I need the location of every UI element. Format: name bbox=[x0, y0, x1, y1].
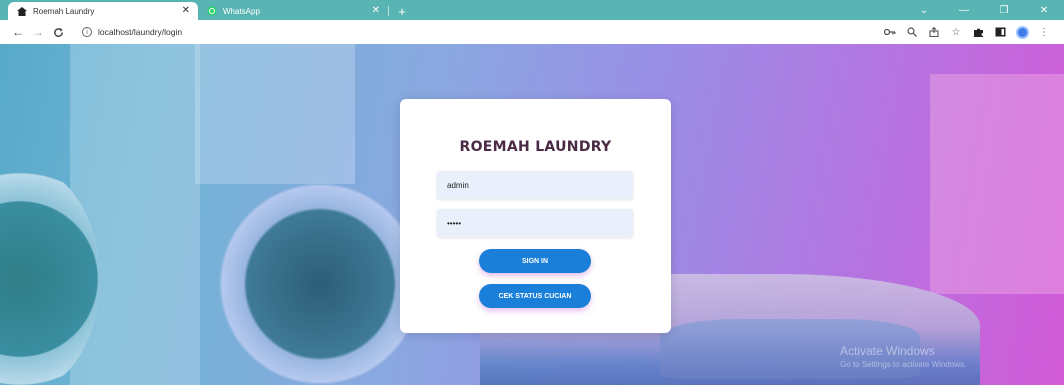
info-icon[interactable]: i bbox=[82, 27, 92, 37]
reload-icon[interactable] bbox=[48, 22, 68, 42]
tab-roemah-laundry[interactable]: Roemah Laundry ✕ bbox=[8, 2, 198, 20]
toolbar-icons: ☆ ⋮ bbox=[882, 24, 1052, 40]
watermark-subtitle: Go to Settings to activate Windows. bbox=[840, 360, 967, 369]
url-text: localhost/laundry/login bbox=[98, 27, 183, 37]
minimize-button[interactable]: — bbox=[944, 0, 984, 20]
watermark-title: Activate Windows bbox=[840, 344, 935, 358]
close-tab-icon[interactable]: ✕ bbox=[182, 6, 190, 16]
login-page-background: ROEMAH LAUNDRY SIGN IN CEK STATUS CUCIAN… bbox=[0, 44, 1064, 385]
close-tab-icon[interactable]: ✕ bbox=[372, 6, 380, 16]
close-window-button[interactable]: ✕ bbox=[1024, 0, 1064, 20]
sign-in-button[interactable]: SIGN IN bbox=[479, 249, 591, 273]
house-icon bbox=[16, 6, 27, 17]
background-washer-mid bbox=[210, 164, 430, 385]
password-input[interactable] bbox=[437, 209, 633, 237]
key-icon[interactable] bbox=[882, 24, 898, 40]
zoom-icon[interactable] bbox=[904, 24, 920, 40]
login-card: ROEMAH LAUNDRY SIGN IN CEK STATUS CUCIAN bbox=[400, 99, 671, 333]
username-input[interactable] bbox=[437, 171, 633, 199]
extensions-puzzle-icon[interactable] bbox=[970, 24, 986, 40]
forward-arrow-icon[interactable]: → bbox=[28, 22, 48, 42]
tab-strip: Roemah Laundry ✕ WhatsApp ✕ + ⌄ — ❐ ✕ bbox=[0, 0, 1064, 20]
tab-title: Roemah Laundry bbox=[33, 6, 95, 16]
background-shelf bbox=[930, 74, 1064, 294]
new-tab-button[interactable]: + bbox=[393, 2, 411, 20]
whatsapp-icon bbox=[206, 6, 217, 17]
bookmark-star-icon[interactable]: ☆ bbox=[948, 24, 964, 40]
check-laundry-status-button[interactable]: CEK STATUS CUCIAN bbox=[479, 284, 591, 308]
address-bar[interactable]: i localhost/laundry/login bbox=[76, 23, 882, 41]
login-title: ROEMAH LAUNDRY bbox=[459, 139, 612, 155]
share-icon[interactable] bbox=[926, 24, 942, 40]
tab-whatsapp[interactable]: WhatsApp ✕ bbox=[198, 2, 388, 20]
browser-toolbar: ← → i localhost/laundry/login ☆ ⋮ bbox=[0, 20, 1064, 44]
side-panel-icon[interactable] bbox=[992, 24, 1008, 40]
profile-avatar[interactable] bbox=[1014, 24, 1030, 40]
tab-title: WhatsApp bbox=[223, 6, 260, 16]
tab-search-dropdown-icon[interactable]: ⌄ bbox=[904, 0, 944, 20]
background-washer-panel bbox=[195, 44, 355, 184]
activate-windows-watermark: Activate Windows Go to Settings to activ… bbox=[840, 344, 966, 369]
back-arrow-icon[interactable]: ← bbox=[8, 22, 28, 42]
maximize-button[interactable]: ❐ bbox=[984, 0, 1024, 20]
window-controls: ⌄ — ❐ ✕ bbox=[904, 0, 1064, 20]
tab-separator bbox=[388, 6, 389, 16]
menu-kebab-icon[interactable]: ⋮ bbox=[1036, 24, 1052, 40]
